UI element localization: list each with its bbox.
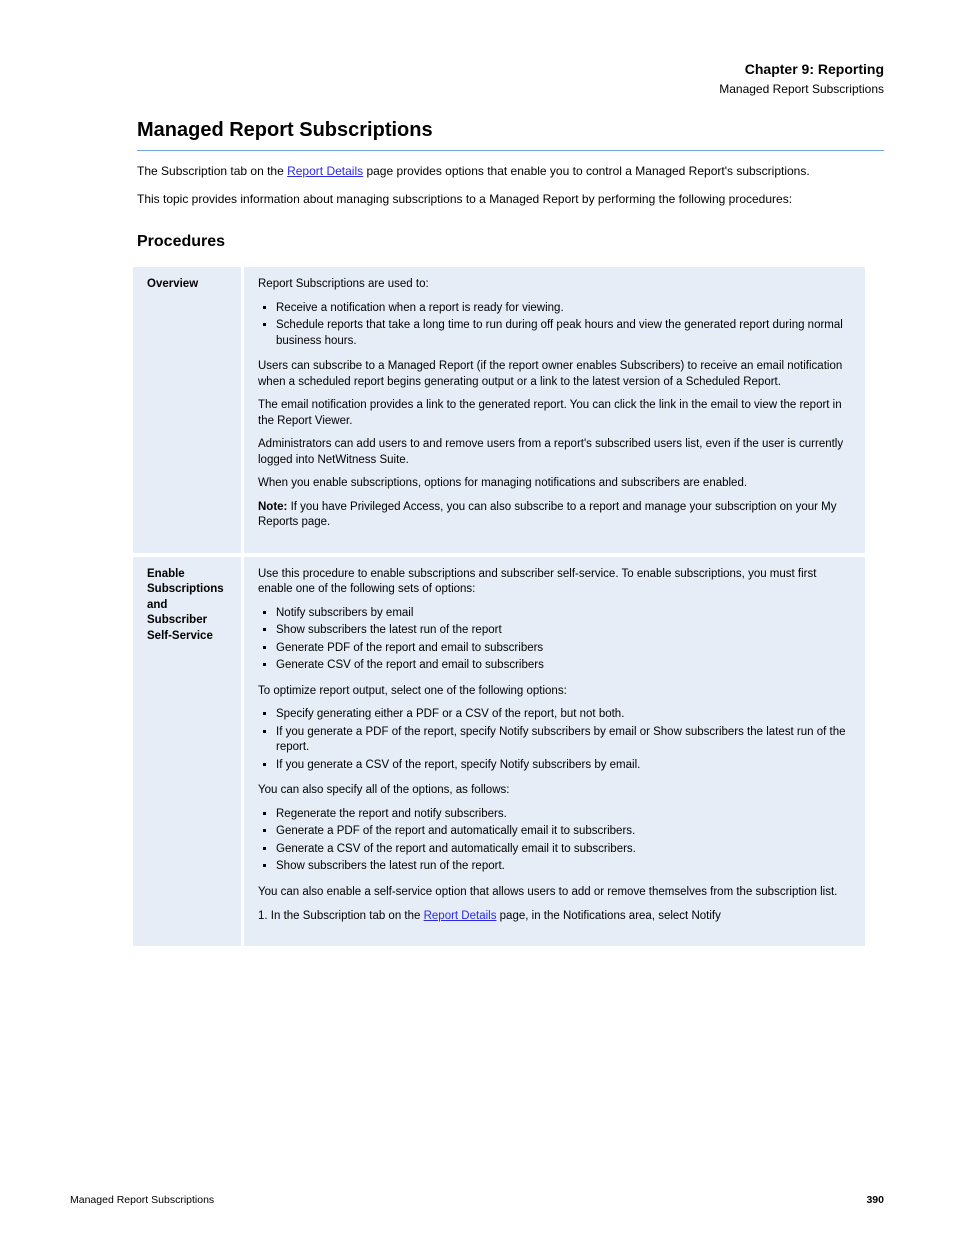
enable-step-1: 1. In the Subscription tab on the Report… bbox=[258, 909, 851, 925]
overview-lead: Report Subscriptions are used to: bbox=[258, 277, 851, 293]
overview-p5: When you enable subscriptions, options f… bbox=[258, 476, 851, 492]
step-suffix: page, in the Notifications area, select … bbox=[496, 910, 720, 922]
procedures-table: Overview Report Subscriptions are used t… bbox=[130, 263, 868, 950]
list-item: Generate PDF of the report and email to … bbox=[276, 641, 851, 657]
header-chapter: Chapter 9: Reporting bbox=[70, 60, 884, 79]
page-title: Managed Report Subscriptions bbox=[137, 117, 884, 144]
enable-list-1: Notify subscribers by email Show subscri… bbox=[276, 606, 851, 674]
row-label-overview: Overview bbox=[133, 267, 241, 553]
footer-page-number: 390 bbox=[866, 1193, 884, 1207]
enable-mid-2: You can also specify all of the options,… bbox=[258, 783, 851, 799]
table-row: Enable Subscriptions and Subscriber Self… bbox=[133, 557, 865, 946]
enable-list-3: Regenerate the report and notify subscri… bbox=[276, 807, 851, 875]
list-item: Show subscribers the latest run of the r… bbox=[276, 623, 851, 639]
list-item: Regenerate the report and notify subscri… bbox=[276, 807, 851, 823]
overview-p4: Administrators can add users to and remo… bbox=[258, 437, 851, 468]
enable-lead: Use this procedure to enable subscriptio… bbox=[258, 567, 851, 598]
report-details-link-2[interactable]: Report Details bbox=[424, 910, 497, 922]
enable-list-2: Specify generating either a PDF or a CSV… bbox=[276, 707, 851, 773]
page-container: Chapter 9: Reporting Managed Report Subs… bbox=[0, 0, 954, 1235]
overview-p2: Users can subscribe to a Managed Report … bbox=[258, 359, 851, 390]
footer-title: Managed Report Subscriptions bbox=[70, 1193, 214, 1207]
intro-paragraph-2: This topic provides information about ma… bbox=[137, 191, 884, 207]
list-item: If you generate a PDF of the report, spe… bbox=[276, 725, 851, 756]
table-row: Overview Report Subscriptions are used t… bbox=[133, 267, 865, 553]
overview-list: Receive a notification when a report is … bbox=[276, 301, 851, 350]
enable-trailing: You can also enable a self-service optio… bbox=[258, 885, 851, 901]
step-number: 1. bbox=[258, 910, 268, 922]
note-label: Note: bbox=[258, 501, 291, 513]
enable-mid-1: To optimize report output, select one of… bbox=[258, 684, 851, 700]
list-item: If you generate a CSV of the report, spe… bbox=[276, 758, 851, 774]
intro-p1-suffix: page provides options that enable you to… bbox=[363, 164, 810, 178]
list-item: Specify generating either a PDF or a CSV… bbox=[276, 707, 851, 723]
overview-p3: The email notification provides a link t… bbox=[258, 398, 851, 429]
list-item: Generate a CSV of the report and automat… bbox=[276, 842, 851, 858]
intro-block: The Subscription tab on the Report Detai… bbox=[137, 163, 884, 207]
report-details-link[interactable]: Report Details bbox=[287, 164, 363, 178]
title-rule bbox=[137, 150, 884, 151]
list-item: Show subscribers the latest run of the r… bbox=[276, 859, 851, 875]
overview-note: Note: If you have Privileged Access, you… bbox=[258, 500, 851, 531]
header-section: Managed Report Subscriptions bbox=[70, 81, 884, 97]
page-header: Chapter 9: Reporting Managed Report Subs… bbox=[70, 60, 884, 97]
row-content-enable: Use this procedure to enable subscriptio… bbox=[244, 557, 865, 946]
step-prefix: In the Subscription tab on the bbox=[271, 910, 424, 922]
row-content-overview: Report Subscriptions are used to: Receiv… bbox=[244, 267, 865, 553]
list-item: Receive a notification when a report is … bbox=[276, 301, 851, 317]
list-item: Generate CSV of the report and email to … bbox=[276, 658, 851, 674]
procedures-heading: Procedures bbox=[137, 231, 884, 253]
intro-p1-prefix: The Subscription tab on the bbox=[137, 164, 287, 178]
list-item: Notify subscribers by email bbox=[276, 606, 851, 622]
row-label-enable: Enable Subscriptions and Subscriber Self… bbox=[133, 557, 241, 946]
page-footer: Managed Report Subscriptions 390 bbox=[70, 1193, 884, 1207]
list-item: Schedule reports that take a long time t… bbox=[276, 318, 851, 349]
list-item: Generate a PDF of the report and automat… bbox=[276, 824, 851, 840]
intro-paragraph-1: The Subscription tab on the Report Detai… bbox=[137, 163, 884, 179]
note-text: If you have Privileged Access, you can a… bbox=[258, 501, 837, 529]
